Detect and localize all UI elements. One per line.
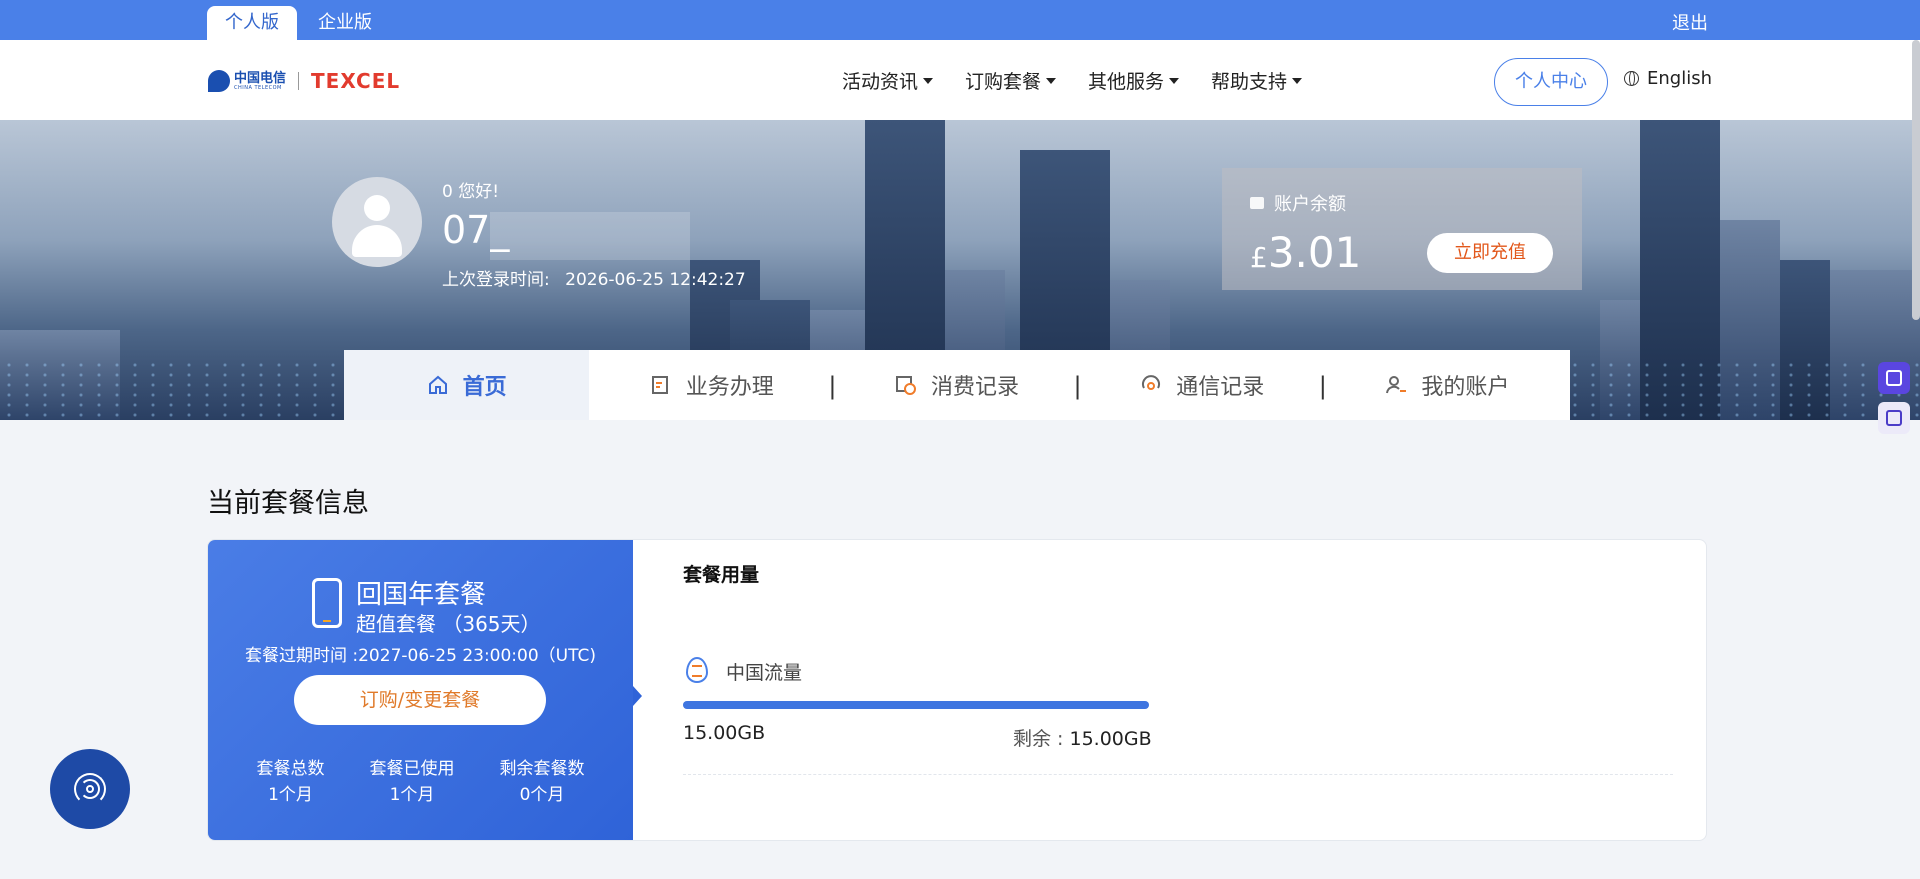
- card-pointer: [633, 686, 642, 706]
- clock-icon: [896, 376, 916, 395]
- usage-title: 套餐用量: [683, 564, 760, 586]
- translate-icon: [1886, 410, 1902, 426]
- package-name: 回国年套餐: [356, 580, 487, 610]
- logo-divider: [298, 72, 300, 90]
- stat-remaining-value: 0个月: [519, 785, 565, 805]
- usage-remaining-value: 15.00GB: [1069, 728, 1152, 750]
- package-stats: 套餐总数 1个月 套餐已使用 1个月 剩余套餐数 0个月: [208, 756, 633, 808]
- last-login: 上次登录时间: 2026-06-25 12:42:27: [442, 265, 746, 290]
- usage-progress: [683, 701, 1149, 709]
- stat-total-label: 套餐总数: [256, 759, 325, 779]
- stat-total-value: 1个月: [268, 785, 313, 805]
- stat-remaining-label: 剩余套餐数: [499, 759, 585, 779]
- caret-down-icon: [1292, 77, 1303, 84]
- balance-amount: £3.01: [1250, 228, 1361, 277]
- balance-label: 账户余额: [1274, 194, 1346, 215]
- last-login-label: 上次登录时间:: [442, 270, 550, 290]
- usage-divider: [683, 774, 1673, 775]
- balance-label-row: 账户余额: [1250, 190, 1346, 216]
- nav-other-services-label: 其他服务: [1088, 71, 1165, 93]
- wallet-icon: [1250, 197, 1264, 209]
- section-title: 当前套餐信息: [207, 488, 369, 519]
- usage-progress-fill: [683, 701, 1149, 709]
- main-tabs: 首页 业务办理 | 消费记录 | 通信记录 | 我的账户: [344, 350, 1570, 420]
- caret-down-icon: [923, 77, 934, 84]
- language-label: English: [1647, 68, 1712, 89]
- avatar[interactable]: [332, 177, 422, 267]
- balance-card: 账户余额 £3.01 立即充值: [1222, 168, 1582, 290]
- main-header: 中国电信 CHINA TELECOM TEXCEL 活动资讯 订购套餐 其他服务…: [0, 40, 1920, 120]
- china-telecom-sub: CHINA TELECOM: [234, 84, 282, 91]
- fingerprint-icon-core: [86, 785, 94, 793]
- logout-link[interactable]: 退出: [1672, 9, 1708, 35]
- package-expire: 套餐过期时间 :2027-06-25 23:00:00（UTC): [244, 646, 596, 666]
- order-change-package-button[interactable]: 订购/变更套餐: [294, 675, 546, 725]
- tab-business[interactable]: 业务办理 |: [589, 350, 836, 420]
- nav-activities-label: 活动资讯: [842, 71, 919, 93]
- package-subtitle: 超值套餐 （365天）: [356, 612, 541, 636]
- chat-icon: [1886, 370, 1902, 386]
- stat-used-value: 1个月: [389, 785, 435, 805]
- edit-icon: [651, 376, 668, 394]
- greeting: 0 您好!: [442, 182, 500, 202]
- tab-my-account[interactable]: 我的账户: [1325, 350, 1570, 420]
- nav-order-package-label: 订购套餐: [965, 71, 1042, 93]
- tab-communication[interactable]: 通信记录 |: [1080, 350, 1327, 420]
- china-telecom-logo: 中国电信 CHINA TELECOM: [208, 70, 286, 92]
- balance-currency: £: [1250, 241, 1268, 274]
- nav-other-services[interactable]: 其他服务: [1088, 67, 1180, 94]
- china-telecom-mark-icon: [208, 70, 230, 92]
- texcel-logo: TEXCEL: [311, 69, 401, 93]
- translate-widget-button[interactable]: [1878, 402, 1910, 434]
- top-bar: 个人版 企业版 退出: [0, 0, 1920, 40]
- tab-business-label: 业务办理: [685, 375, 774, 400]
- fingerprint-button[interactable]: [50, 749, 130, 829]
- signal-icon: [1142, 375, 1161, 390]
- caret-down-icon: [1046, 77, 1057, 84]
- usage-remaining-label: 剩余 :: [1013, 728, 1064, 750]
- china-telecom-text: 中国电信: [234, 70, 287, 86]
- stat-used-label: 套餐已使用: [369, 759, 455, 779]
- stat-used: 套餐已使用 1个月: [370, 756, 455, 808]
- data-flow-icon: [686, 657, 708, 683]
- brand-logo[interactable]: 中国电信 CHINA TELECOM TEXCEL: [208, 66, 400, 96]
- usage-item-label: 中国流量: [726, 662, 803, 684]
- home-icon: [428, 375, 447, 394]
- package-card: 回国年套餐 超值套餐 （365天） 套餐过期时间 :2027-06-25 23:…: [207, 539, 1707, 841]
- nav-order-package[interactable]: 订购套餐: [965, 67, 1057, 94]
- username-mask: [490, 212, 690, 260]
- page-scrollbar[interactable]: [1912, 40, 1920, 320]
- personal-center-button[interactable]: 个人中心: [1494, 58, 1608, 106]
- avatar-body: [352, 225, 402, 257]
- assistant-widget-button[interactable]: [1878, 362, 1910, 394]
- usage-used: 15.00GB: [683, 722, 766, 744]
- globe-icon: [1624, 71, 1639, 86]
- tab-enterprise[interactable]: 企业版: [300, 6, 390, 40]
- main-nav: 活动资讯 订购套餐 其他服务 帮助支持: [842, 67, 1334, 94]
- tab-home-label: 首页: [462, 375, 507, 400]
- tab-my-account-label: 我的账户: [1421, 375, 1510, 400]
- balance-value: 3.01: [1267, 228, 1362, 277]
- phone-icon: [312, 578, 342, 628]
- caret-down-icon: [1169, 77, 1180, 84]
- package-summary: 回国年套餐 超值套餐 （365天） 套餐过期时间 :2027-06-25 23:…: [208, 540, 633, 840]
- tab-personal[interactable]: 个人版: [207, 6, 297, 40]
- user-icon: [1386, 376, 1407, 394]
- tab-communication-label: 通信记录: [1176, 375, 1265, 400]
- tab-spending-label: 消费记录: [931, 375, 1020, 400]
- recharge-button[interactable]: 立即充值: [1427, 233, 1553, 273]
- nav-activities[interactable]: 活动资讯: [842, 67, 934, 94]
- stat-remaining: 剩余套餐数 0个月: [500, 756, 585, 808]
- last-login-time: 2026-06-25 12:42:27: [565, 270, 746, 290]
- nav-help-support[interactable]: 帮助支持: [1211, 67, 1303, 94]
- stat-total: 套餐总数 1个月: [257, 756, 325, 808]
- tab-spending[interactable]: 消费记录 |: [834, 350, 1082, 420]
- usage-remaining: 剩余 : 15.00GB: [1013, 724, 1152, 751]
- language-switch[interactable]: English: [1624, 68, 1712, 89]
- tab-home[interactable]: 首页: [344, 350, 590, 420]
- avatar-head: [364, 195, 390, 221]
- nav-help-support-label: 帮助支持: [1211, 71, 1288, 93]
